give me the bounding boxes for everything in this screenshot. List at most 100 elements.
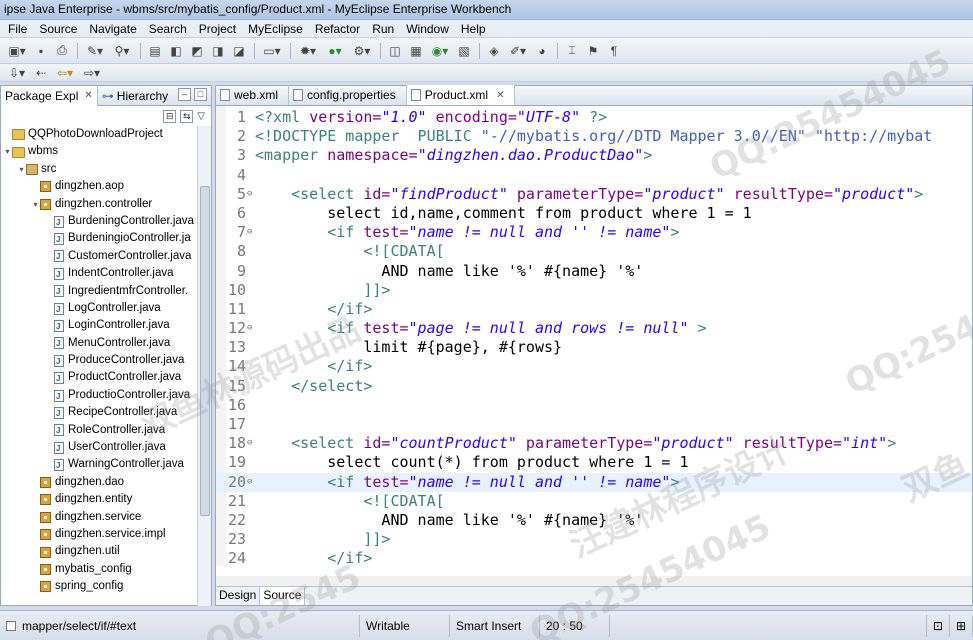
tab-source[interactable]: Source — [260, 587, 306, 605]
forward-icon[interactable]: ⇨▾ — [79, 64, 105, 82]
code-line[interactable]: 19 select count(*) from product where 1 … — [216, 453, 972, 472]
tree-item[interactable]: RoleController.java — [1, 422, 197, 440]
tree-item[interactable]: BurdeningioController.ja — [1, 230, 197, 248]
back-history-icon[interactable]: ⇠ — [31, 64, 51, 82]
tree-item[interactable]: CustomerController.java — [1, 248, 197, 266]
menu-run[interactable]: Run — [366, 22, 400, 36]
open-perspective-icon[interactable]: ◈ — [484, 42, 504, 60]
tree-item[interactable]: ▾ wbms — [1, 143, 197, 160]
code-line[interactable]: 21 <![CDATA[ — [216, 492, 972, 511]
tab-product-xml[interactable]: Product.xml ✕ — [406, 85, 516, 105]
tree-twisty-icon[interactable]: ▾ — [17, 161, 26, 178]
code-line[interactable]: 5 ⊖ <select id="findProduct" parameterTyp… — [216, 185, 972, 204]
tree-item[interactable]: QQPhotoDownloadProject — [1, 126, 197, 143]
menu-navigate[interactable]: Navigate — [83, 22, 142, 36]
tree-item[interactable]: BurdeningController.java — [1, 213, 197, 231]
menu-project[interactable]: Project — [193, 22, 242, 36]
fold-toggle-icon[interactable]: ⊖ — [247, 473, 252, 492]
menu-myeclipse[interactable]: MyEclipse — [242, 22, 309, 36]
menu-help[interactable]: Help — [455, 22, 492, 36]
code-line[interactable]: 15 </select> — [216, 377, 972, 396]
maximize-icon[interactable]: □ — [194, 88, 207, 101]
tab-config-properties[interactable]: config.properties — [289, 85, 407, 105]
code-line[interactable]: 6 select id,name,comment from product wh… — [216, 204, 972, 223]
external-tools-icon[interactable]: ⚙▾ — [349, 42, 375, 60]
code-line[interactable]: 3 <mapper namespace="dingzhen.dao.Product… — [216, 146, 972, 165]
code-line[interactable]: 22 AND name like '%' #{name} '%' — [216, 511, 972, 530]
new-icon[interactable]: ▣▾ — [4, 42, 30, 60]
code-line[interactable]: 14 </if> — [216, 357, 972, 376]
save-icon[interactable]: ▪ — [31, 42, 51, 60]
tree-item[interactable]: IndentController.java — [1, 265, 197, 283]
fold-toggle-icon[interactable]: ⊖ — [247, 185, 252, 204]
code-line[interactable]: 8 <![CDATA[ — [216, 242, 972, 261]
tree-item[interactable]: IngredientmfrController. — [1, 283, 197, 301]
code-line[interactable]: 17 — [216, 415, 972, 434]
toggle-mark-icon[interactable]: ⌶ — [562, 42, 582, 60]
fold-toggle-icon[interactable]: ⊖ — [247, 319, 252, 338]
close-icon[interactable]: ✕ — [496, 90, 504, 101]
tab-package-explorer[interactable]: Package Expl ✕ — [1, 85, 98, 106]
tree-item[interactable]: LogController.java — [1, 300, 197, 318]
last-edit-icon[interactable]: ⇩▾ — [4, 64, 30, 82]
tree-item[interactable]: dingzhen.dao — [1, 474, 197, 491]
code-line[interactable]: 24 </if> — [216, 549, 972, 568]
tree-item[interactable]: ProductioController.java — [1, 387, 197, 405]
fold-toggle-icon[interactable]: ⊖ — [247, 434, 252, 453]
tree-item[interactable]: dingzhen.service — [1, 509, 197, 526]
code-line[interactable]: 20 ⊖ <if test="name != null and '' != nam… — [216, 472, 972, 492]
run-icon[interactable]: ●▾ — [322, 42, 348, 60]
menu-file[interactable]: File — [2, 22, 33, 36]
menu-search[interactable]: Search — [143, 22, 193, 36]
tree-scrollbar[interactable] — [197, 126, 211, 606]
tree-item[interactable]: WarningController.java — [1, 456, 197, 475]
code-line[interactable]: 7 ⊖ <if test="name != null and '' != name… — [216, 223, 972, 242]
tree-scrollbar-thumb[interactable] — [200, 186, 210, 516]
pin-icon[interactable]: ⚑ — [583, 42, 603, 60]
menu-window[interactable]: Window — [400, 22, 455, 36]
view-menu-icon[interactable]: ▽ — [197, 111, 205, 122]
tree-twisty-icon[interactable]: ▾ — [3, 143, 12, 160]
code-line[interactable]: 16 — [216, 396, 972, 415]
fold-toggle-icon[interactable]: ⊖ — [247, 223, 252, 242]
open-task-icon[interactable]: ▧ — [454, 42, 474, 60]
debug-icon[interactable]: ✹▾ — [295, 42, 321, 60]
code-editor[interactable]: 1 <?xml version="1.0" encoding="UTF-8" ?>… — [216, 108, 972, 568]
code-line[interactable]: 18 ⊖ <select id="countProduct" parameterT… — [216, 434, 972, 453]
monitor-icon[interactable]: ▭▾ — [259, 42, 285, 60]
browser-icon[interactable]: ◩ — [187, 42, 207, 60]
tab-hierarchy[interactable]: ⊶ Hierarchy — [98, 86, 172, 106]
code-line[interactable]: 2 <!DOCTYPE mapper PUBLIC "-//mybatis.org… — [216, 127, 972, 146]
new-java-project-icon[interactable]: ◫ — [385, 42, 405, 60]
server-icon[interactable]: ▤ — [145, 42, 165, 60]
tree-item[interactable]: UserController.java — [1, 439, 197, 457]
new-package-icon[interactable]: ▦ — [406, 42, 426, 60]
editor-horizontal-scrollbar[interactable] — [216, 576, 972, 586]
code-line[interactable]: 13 limit #{page}, #{rows} — [216, 338, 972, 357]
tree-item[interactable]: ▾ src — [1, 161, 197, 178]
db-icon[interactable]: ◨ — [208, 42, 228, 60]
annotation-icon[interactable]: ◕ — [532, 42, 552, 60]
tree-item[interactable]: ProduceController.java — [1, 352, 197, 370]
code-line[interactable]: 1 <?xml version="1.0" encoding="UTF-8" ?> — [216, 108, 972, 127]
minimize-icon[interactable]: – — [178, 88, 191, 101]
tree-item[interactable]: spring_config — [1, 578, 197, 595]
pen-icon[interactable]: ✐▾ — [505, 42, 531, 60]
new-class-icon[interactable]: ◉▾ — [427, 42, 453, 60]
code-line[interactable]: 11 </if> — [216, 300, 972, 319]
menu-refactor[interactable]: Refactor — [309, 22, 366, 36]
report-icon[interactable]: ◪ — [229, 42, 249, 60]
tree-item[interactable]: dingzhen.aop — [1, 178, 197, 195]
close-icon[interactable]: ✕ — [84, 90, 92, 101]
open-type-icon[interactable]: ⚲▾ — [109, 42, 135, 60]
web-icon[interactable]: ◧ — [166, 42, 186, 60]
tree-item[interactable]: dingzhen.entity — [1, 491, 197, 508]
tree-item[interactable]: mybatis_config — [1, 561, 197, 578]
status-fast-view-icon[interactable]: ⊡ — [925, 614, 950, 637]
code-line[interactable]: 10 ]]> — [216, 281, 972, 300]
tree-item[interactable]: RecipeController.java — [1, 404, 197, 422]
code-line[interactable]: 23 ]]> — [216, 530, 972, 549]
tree-item[interactable]: MenuController.java — [1, 335, 197, 353]
tree-item[interactable]: ProductController.java — [1, 369, 197, 388]
print-icon[interactable]: ⎙ — [52, 42, 72, 60]
